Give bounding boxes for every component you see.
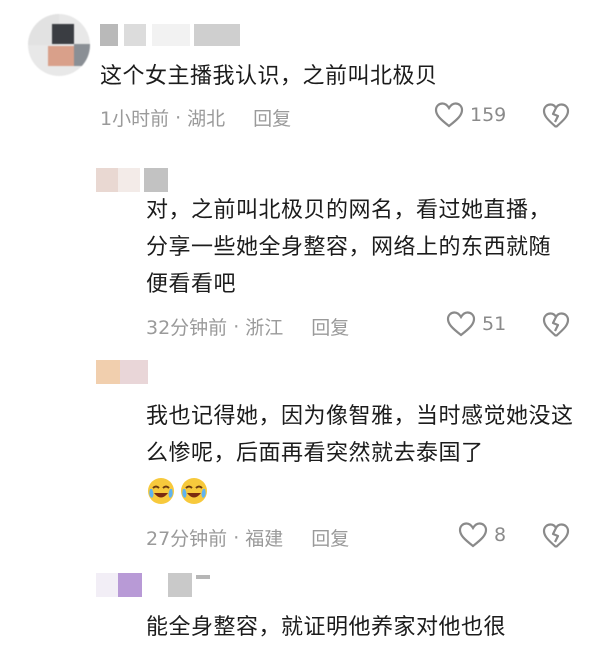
comment-1: 这个女主播我认识，之前叫北极贝 1小时前 · 湖北 回复 159	[0, 0, 600, 150]
comment-time: 32分钟前	[146, 317, 228, 339]
comment-2: 对，之前叫北极贝的网名，看过她直播，分享一些她全身整容，网络上的东西就随便看看吧…	[0, 150, 600, 350]
comment-location: 福建	[245, 528, 284, 550]
dislike-heart-icon[interactable]	[542, 311, 570, 339]
avatar[interactable]	[28, 14, 90, 76]
comment-meta: 1小时前 · 湖北 回复	[100, 104, 291, 131]
comment-text: 我也记得她，因为像智雅，当时感觉她没这么惨呢，后面再看突然就去泰国了	[146, 398, 576, 509]
comment-text: 能全身整容，就证明他养家对他也很	[146, 615, 507, 640]
like-button[interactable]: 8	[458, 521, 506, 549]
dislike-heart-icon[interactable]	[542, 522, 570, 550]
username-mosaic[interactable]	[96, 573, 210, 597]
comment-text: 对，之前叫北极贝的网名，看过她直播，分享一些她全身整容，网络上的东西就随便看看吧	[146, 198, 552, 297]
heart-icon	[446, 311, 476, 337]
comment-3: 我也记得她，因为像智雅，当时感觉她没这么惨呢，后面再看突然就去泰国了 27分钟前…	[0, 350, 600, 565]
comment-meta: 32分钟前 · 浙江 回复	[146, 313, 349, 340]
crying-laughing-emoji	[181, 478, 207, 504]
reply-button[interactable]: 回复	[253, 104, 291, 131]
like-count: 8	[494, 524, 507, 546]
username-mosaic[interactable]	[96, 168, 168, 192]
comment-time: 27分钟前	[146, 528, 228, 550]
heart-icon	[434, 102, 464, 128]
comment-4: 能全身整容，就证明他养家对他也很	[0, 565, 600, 645]
reply-button[interactable]: 回复	[311, 524, 349, 551]
comment-meta: 27分钟前 · 福建 回复	[146, 524, 349, 551]
reply-button[interactable]: 回复	[311, 313, 349, 340]
comment-time: 1小时前	[100, 108, 170, 130]
meta-separator: ·	[233, 315, 240, 338]
like-button[interactable]: 159	[434, 101, 506, 129]
like-count: 51	[482, 313, 507, 335]
like-count: 159	[470, 104, 507, 126]
like-button[interactable]: 51	[446, 310, 506, 338]
heart-icon	[458, 522, 488, 548]
meta-separator: ·	[233, 526, 240, 549]
meta-separator: ·	[175, 106, 182, 129]
comment-location: 浙江	[245, 317, 284, 339]
username-mosaic[interactable]	[96, 360, 148, 384]
username-mosaic[interactable]	[100, 24, 240, 46]
comment-text-body: 我也记得她，因为像智雅，当时感觉她没这么惨呢，后面再看突然就去泰国了	[146, 404, 574, 466]
crying-laughing-emoji	[148, 478, 174, 504]
dislike-heart-icon[interactable]	[542, 102, 570, 130]
comment-text: 这个女主播我认识，之前叫北极贝	[100, 64, 438, 89]
comment-location: 湖北	[187, 108, 226, 130]
